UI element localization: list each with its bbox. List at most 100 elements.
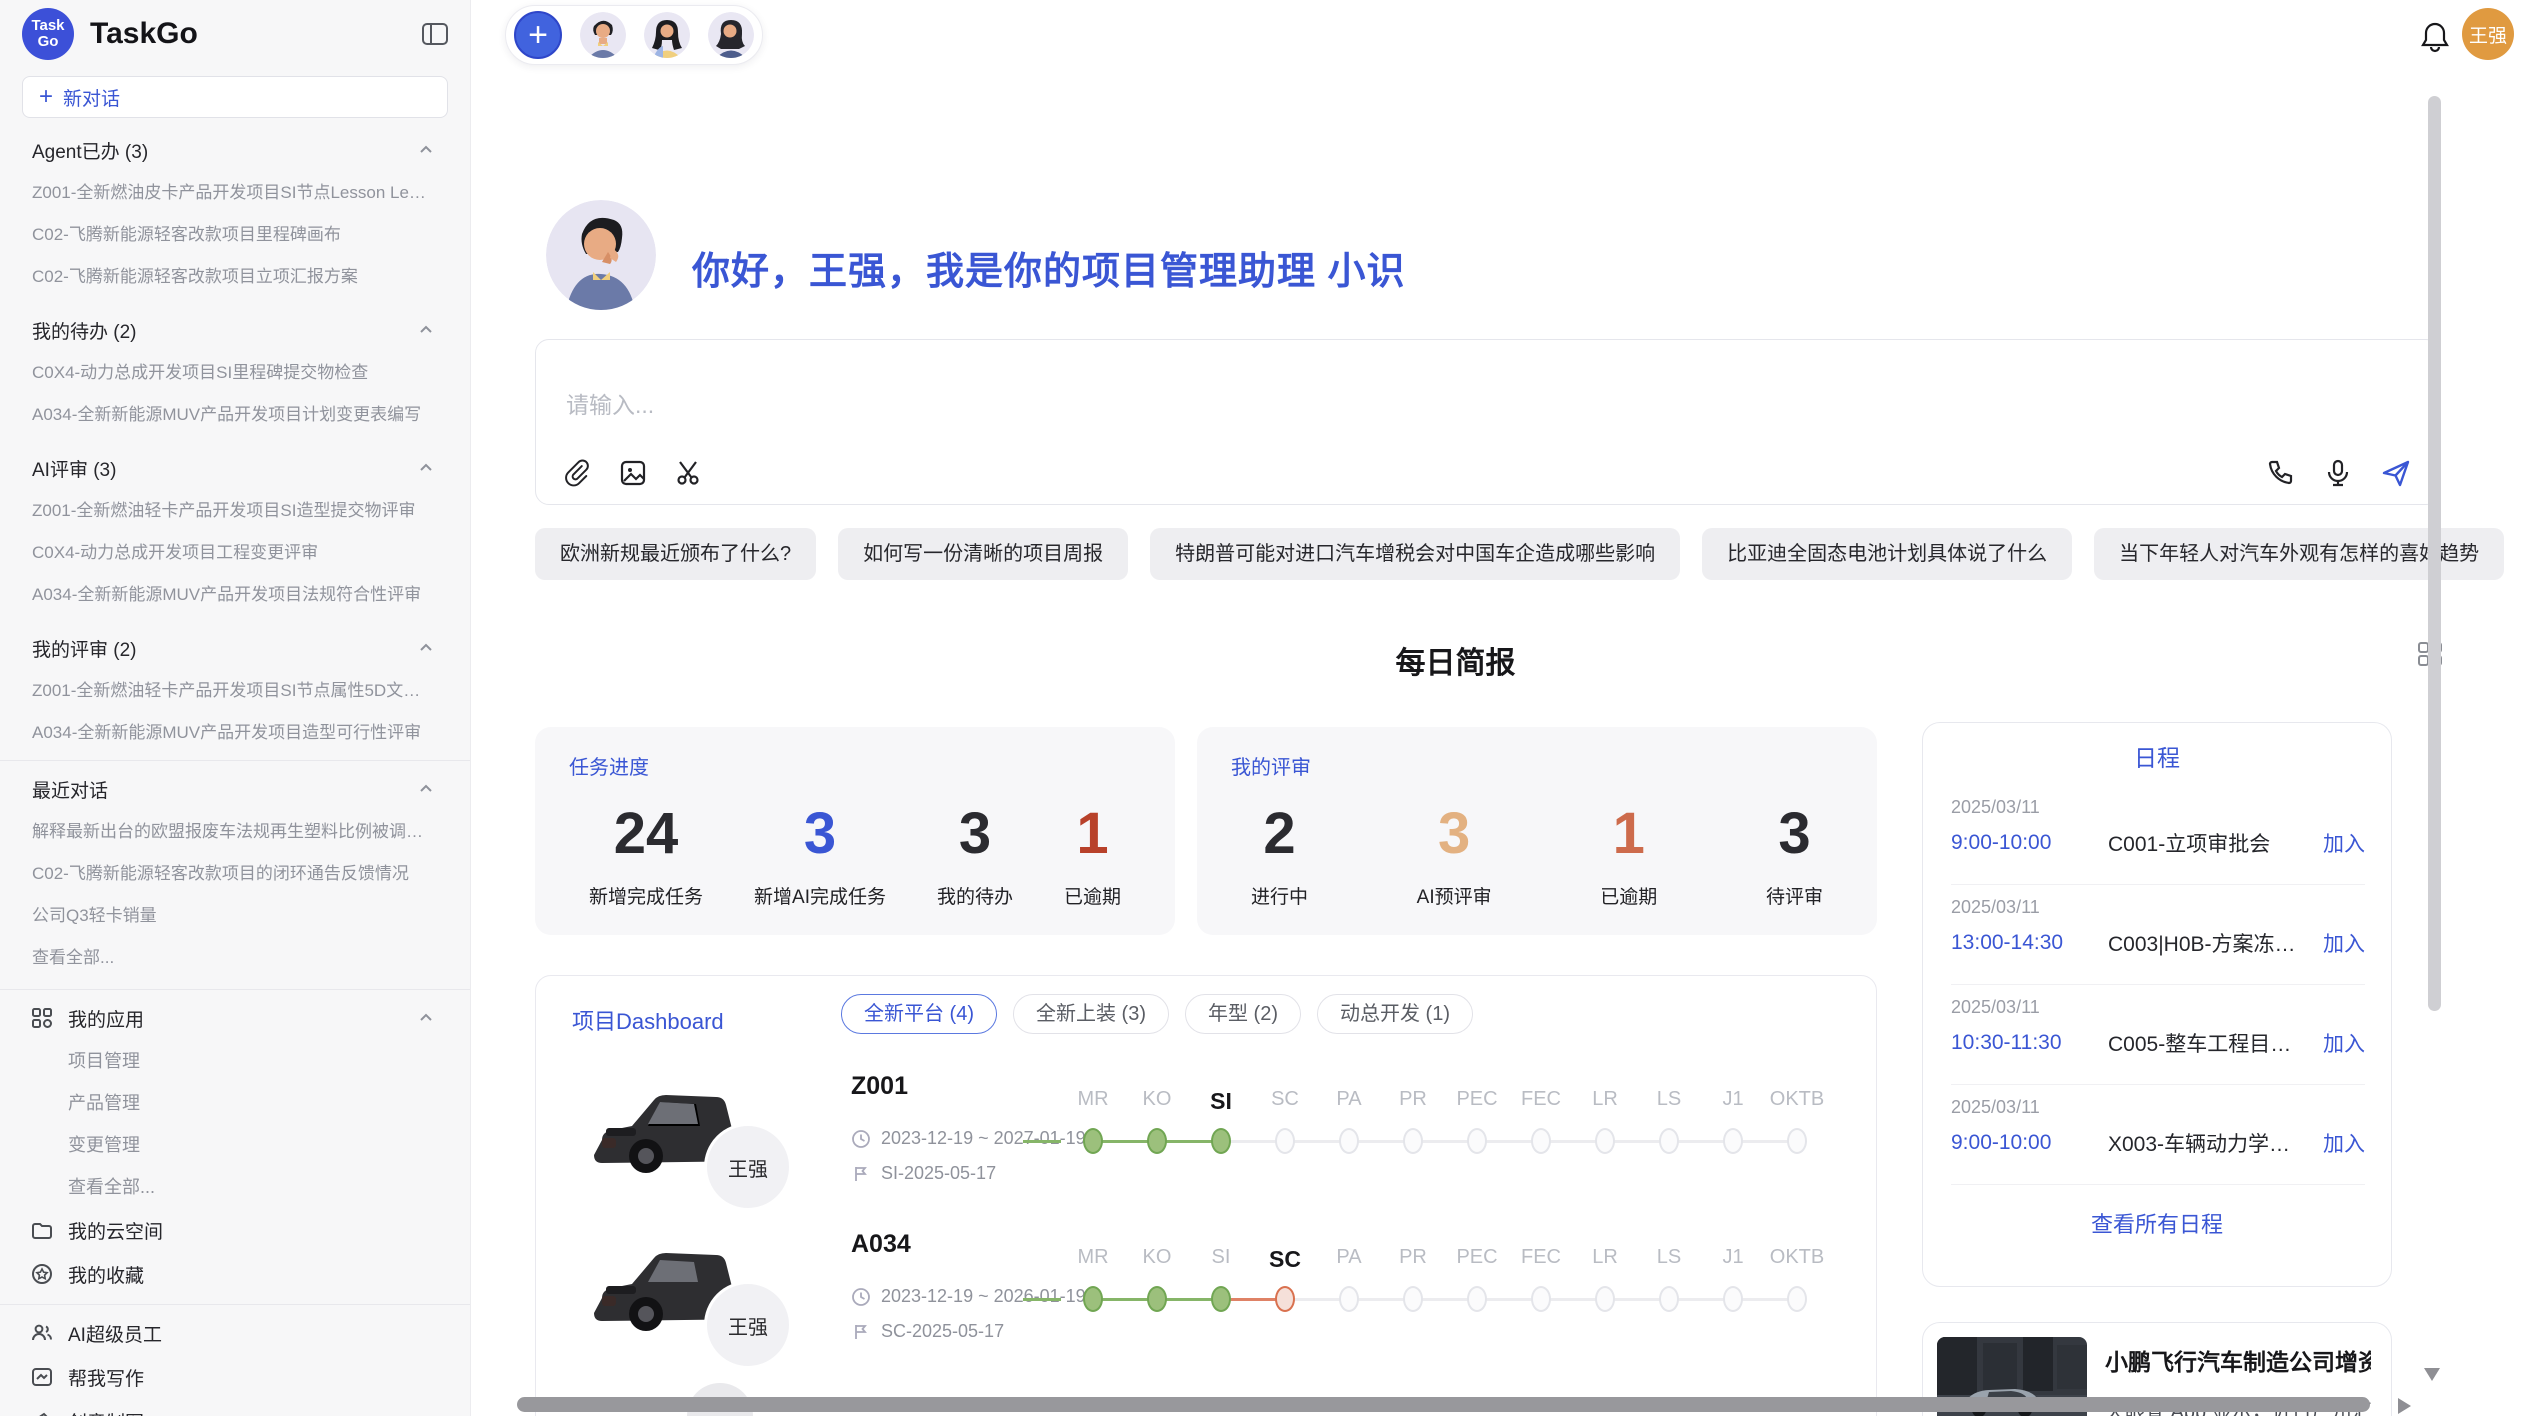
sidebar-item-favorites[interactable]: 我的收藏 <box>0 1252 470 1296</box>
sidebar-item-ai-super-staff[interactable]: AI超级员工 <box>0 1311 470 1355</box>
plus-icon: + <box>39 85 53 109</box>
chevron-up-icon[interactable] <box>416 638 436 658</box>
sidebar-item[interactable]: Z001-全新燃油皮卡产品开发项目SI节点Lesson Learn报告 <box>0 172 470 214</box>
chat-input[interactable] <box>566 392 2066 419</box>
milestone-node[interactable] <box>1083 1286 1103 1312</box>
flag-icon <box>851 1322 871 1342</box>
app-item-product-management[interactable]: 产品管理 <box>0 1082 470 1124</box>
milestone-node[interactable] <box>1659 1286 1679 1312</box>
view-all-schedule-link[interactable]: 查看所有日程 <box>1923 1207 2391 1239</box>
milestone-node[interactable] <box>1595 1286 1615 1312</box>
scissors-icon[interactable] <box>674 458 704 488</box>
tab-model-year[interactable]: 年型 (2) <box>1185 994 1301 1034</box>
schedule-row: 9:00-10:00 C001-立项审批会 加入 <box>1951 828 2365 885</box>
section-header-recent-chats[interactable]: 最近对话 <box>0 767 470 811</box>
horizontal-scrollbar-thumb[interactable] <box>517 1397 2370 1412</box>
sidebar-item[interactable]: A034-全新新能源MUV产品开发项目造型可行性评审 <box>0 712 470 754</box>
milestone-node[interactable] <box>1211 1286 1231 1312</box>
suggestion-chip[interactable]: 比亚迪全固态电池计划具体说了什么 <box>1702 528 2072 580</box>
section-header-my-review[interactable]: 我的评审 (2) <box>0 626 470 670</box>
milestone-node[interactable] <box>1531 1128 1551 1154</box>
chevron-up-icon[interactable] <box>416 320 436 340</box>
app-item-change-management[interactable]: 变更管理 <box>0 1124 470 1166</box>
sidebar-item[interactable]: C0X4-动力总成开发项目工程变更评审 <box>0 532 470 574</box>
sidebar-collapse-icon[interactable] <box>420 19 450 49</box>
sidebar-item[interactable]: Z001-全新燃油轻卡产品开发项目SI节点属性5D文件评审 <box>0 670 470 712</box>
chevron-up-icon[interactable] <box>416 779 436 799</box>
milestone-node[interactable] <box>1275 1128 1295 1154</box>
tab-all-new-body[interactable]: 全新上装 (3) <box>1013 994 1169 1034</box>
join-meeting-link[interactable]: 加入 <box>2311 1028 2365 1058</box>
join-meeting-link[interactable]: 加入 <box>2311 928 2365 958</box>
tab-powertrain-dev[interactable]: 动总开发 (1) <box>1317 994 1473 1034</box>
paperclip-icon[interactable] <box>562 458 592 488</box>
recent-chat-item[interactable]: 解释最新出台的欧盟报废车法规再生塑料比例被调至15%... <box>0 811 470 853</box>
send-icon[interactable] <box>2381 458 2411 488</box>
recent-chat-item[interactable]: 公司Q3轻卡销量 <box>0 895 470 937</box>
milestone-node[interactable] <box>1659 1128 1679 1154</box>
recent-chat-item[interactable]: C02-飞腾新能源轻客改款项目的闭环通告反馈情况 <box>0 853 470 895</box>
sidebar-item-help-me-write[interactable]: 帮我写作 <box>0 1355 470 1399</box>
suggestion-chip[interactable]: 欧洲新规最近颁布了什么? <box>535 528 816 580</box>
milestone-node[interactable] <box>1211 1128 1231 1154</box>
add-member-button[interactable]: + <box>514 11 562 59</box>
chevron-up-icon[interactable] <box>416 1008 436 1028</box>
milestone-node[interactable] <box>1723 1286 1743 1312</box>
scroll-right-arrow[interactable] <box>2398 1398 2411 1414</box>
join-meeting-link[interactable]: 加入 <box>2311 828 2365 858</box>
milestone-node[interactable] <box>1531 1286 1551 1312</box>
sidebar-item[interactable]: C02-飞腾新能源轻客改款项目里程碑画布 <box>0 214 470 256</box>
milestone-node[interactable] <box>1147 1286 1167 1312</box>
milestone-node[interactable] <box>1403 1286 1423 1312</box>
vertical-scrollbar-thumb[interactable] <box>2428 96 2441 1011</box>
sidebar-item[interactable]: C02-飞腾新能源轻客改款项目立项汇报方案 <box>0 256 470 298</box>
team-avatar[interactable] <box>580 12 626 58</box>
scroll-down-arrow[interactable] <box>2424 1368 2440 1381</box>
tab-all-new-platform[interactable]: 全新平台 (4) <box>841 994 997 1034</box>
milestone-node[interactable] <box>1083 1128 1103 1154</box>
sidebar-item-my-apps[interactable]: 我的应用 <box>0 996 470 1040</box>
join-meeting-link[interactable]: 加入 <box>2311 1128 2365 1158</box>
milestone-node[interactable] <box>1275 1286 1295 1312</box>
milestone-node[interactable] <box>1339 1128 1359 1154</box>
new-conversation-button[interactable]: + 新对话 <box>22 76 448 118</box>
sidebar-item[interactable]: C0X4-动力总成开发项目SI里程碑提交物检查 <box>0 352 470 394</box>
milestone-node[interactable] <box>1787 1286 1807 1312</box>
app-item-project-management[interactable]: 项目管理 <box>0 1040 470 1082</box>
greeting-text: 你好，王强，我是你的项目管理助理 小识 <box>692 240 1406 295</box>
sidebar-item[interactable]: Z001-全新燃油轻卡产品开发项目SI造型提交物评审 <box>0 490 470 532</box>
microphone-icon[interactable] <box>2323 458 2353 488</box>
stat-label: AI预评审 <box>1417 882 1492 909</box>
chevron-up-icon[interactable] <box>416 140 436 160</box>
notification-bell-icon[interactable] <box>2419 20 2451 54</box>
sidebar-item-cloud-space[interactable]: 我的云空间 <box>0 1208 470 1252</box>
suggestion-chip[interactable]: 特朗普可能对进口汽车增税会对中国车企造成哪些影响 <box>1150 528 1680 580</box>
suggestion-chip[interactable]: 如何写一份清晰的项目周报 <box>838 528 1128 580</box>
section-header-agent-done[interactable]: Agent已办 (3) <box>0 128 470 172</box>
user-avatar[interactable]: 王强 <box>2462 8 2514 60</box>
sidebar-item[interactable]: A034-全新新能源MUV产品开发项目计划变更表编写 <box>0 394 470 436</box>
milestone-node[interactable] <box>1147 1128 1167 1154</box>
milestone-node[interactable] <box>1467 1286 1487 1312</box>
chevron-up-icon[interactable] <box>416 458 436 478</box>
view-all-apps-link[interactable]: 查看全部... <box>0 1166 470 1208</box>
section-title: Agent已办 (3) <box>32 137 148 164</box>
team-avatar[interactable] <box>644 12 690 58</box>
section-recent-chats: 最近对话 解释最新出台的欧盟报废车法规再生塑料比例被调至15%... C02-飞… <box>0 767 470 979</box>
sidebar-item[interactable]: A034-全新新能源MUV产品开发项目法规符合性评审 <box>0 574 470 616</box>
team-avatar[interactable] <box>708 12 754 58</box>
milestone-node[interactable] <box>1723 1128 1743 1154</box>
sidebar-item-creative-drawing[interactable]: 创意制图 <box>0 1399 470 1416</box>
milestone-node[interactable] <box>1339 1286 1359 1312</box>
suggestion-chip[interactable]: 当下年轻人对汽车外观有怎样的喜好趋势 <box>2094 528 2504 580</box>
view-all-chats-link[interactable]: 查看全部... <box>0 937 470 979</box>
phone-icon[interactable] <box>2265 458 2295 488</box>
schedule-time: 10:30-11:30 <box>1951 1031 2108 1055</box>
section-header-ai-review[interactable]: AI评审 (3) <box>0 446 470 490</box>
image-icon[interactable] <box>618 458 648 488</box>
milestone-node[interactable] <box>1467 1128 1487 1154</box>
milestone-node[interactable] <box>1595 1128 1615 1154</box>
milestone-node[interactable] <box>1403 1128 1423 1154</box>
section-header-my-todo[interactable]: 我的待办 (2) <box>0 308 470 352</box>
milestone-node[interactable] <box>1787 1128 1807 1154</box>
